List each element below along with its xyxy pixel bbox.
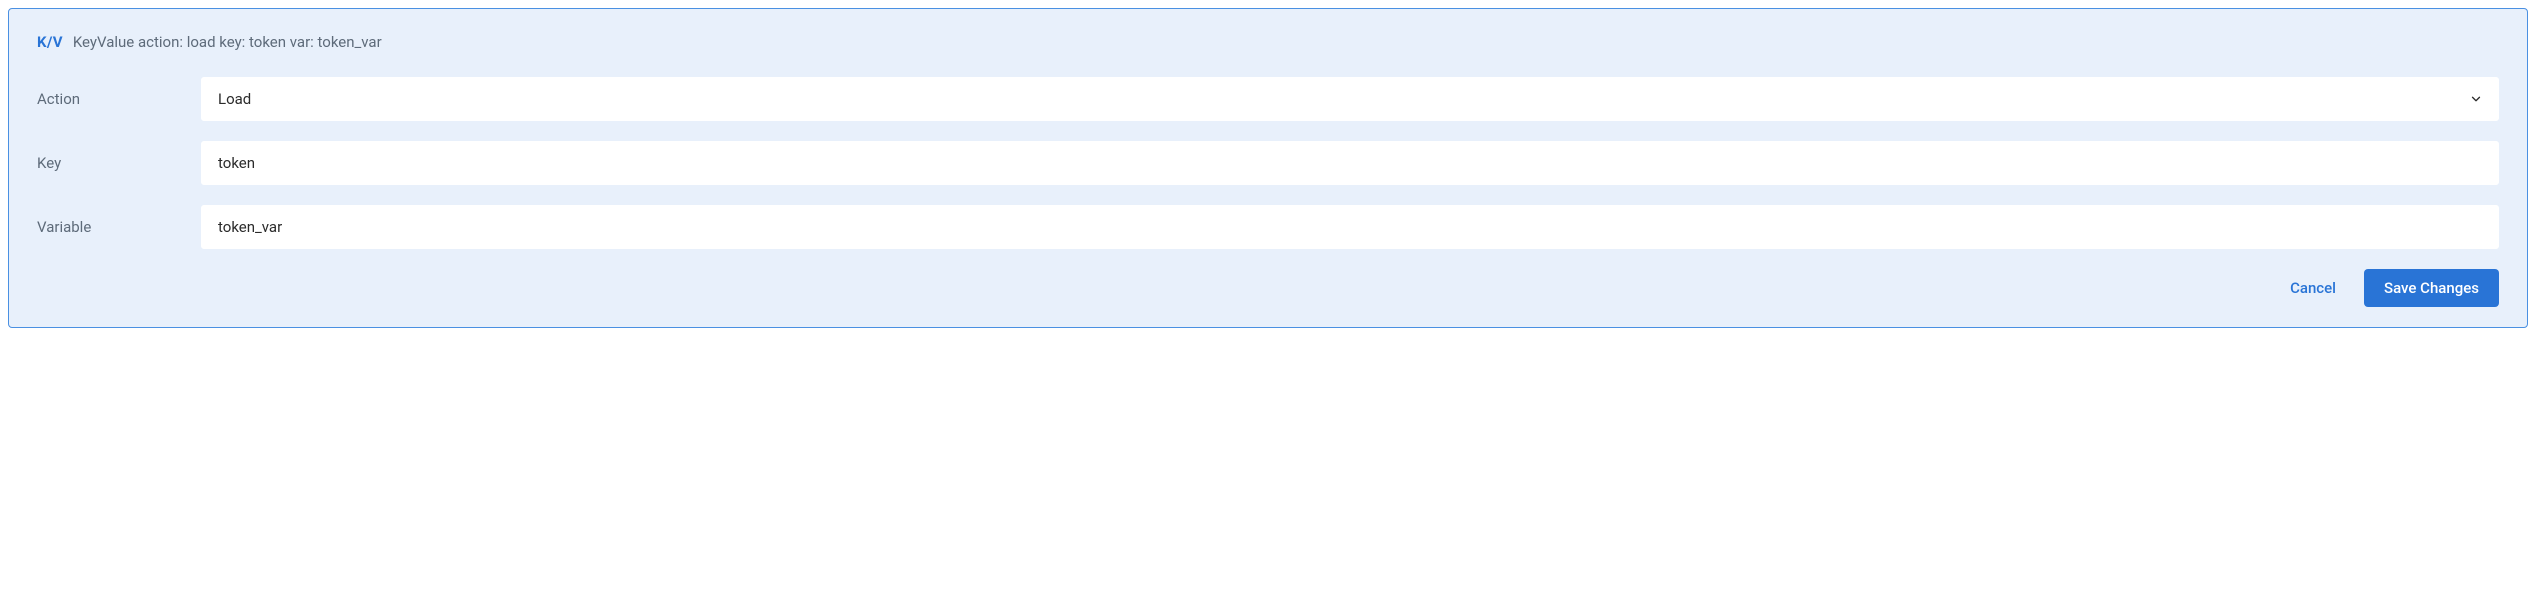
key-control — [201, 141, 2499, 185]
variable-control — [201, 205, 2499, 249]
save-button[interactable]: Save Changes — [2364, 269, 2499, 307]
action-select[interactable]: Load — [201, 77, 2499, 121]
action-control: Load — [201, 77, 2499, 121]
key-input[interactable] — [201, 141, 2499, 185]
kv-badge: K/V — [37, 33, 63, 51]
variable-row: Variable — [37, 205, 2499, 249]
panel-title: KeyValue action: load key: token var: to… — [73, 33, 382, 51]
cancel-button[interactable]: Cancel — [2286, 271, 2340, 305]
panel-footer: Cancel Save Changes — [37, 269, 2499, 307]
action-row: Action Load — [37, 77, 2499, 121]
action-label: Action — [37, 90, 201, 108]
variable-label: Variable — [37, 218, 201, 236]
key-label: Key — [37, 154, 201, 172]
panel-header: K/V KeyValue action: load key: token var… — [37, 33, 2499, 51]
keyvalue-panel: K/V KeyValue action: load key: token var… — [8, 8, 2528, 328]
key-row: Key — [37, 141, 2499, 185]
variable-input[interactable] — [201, 205, 2499, 249]
